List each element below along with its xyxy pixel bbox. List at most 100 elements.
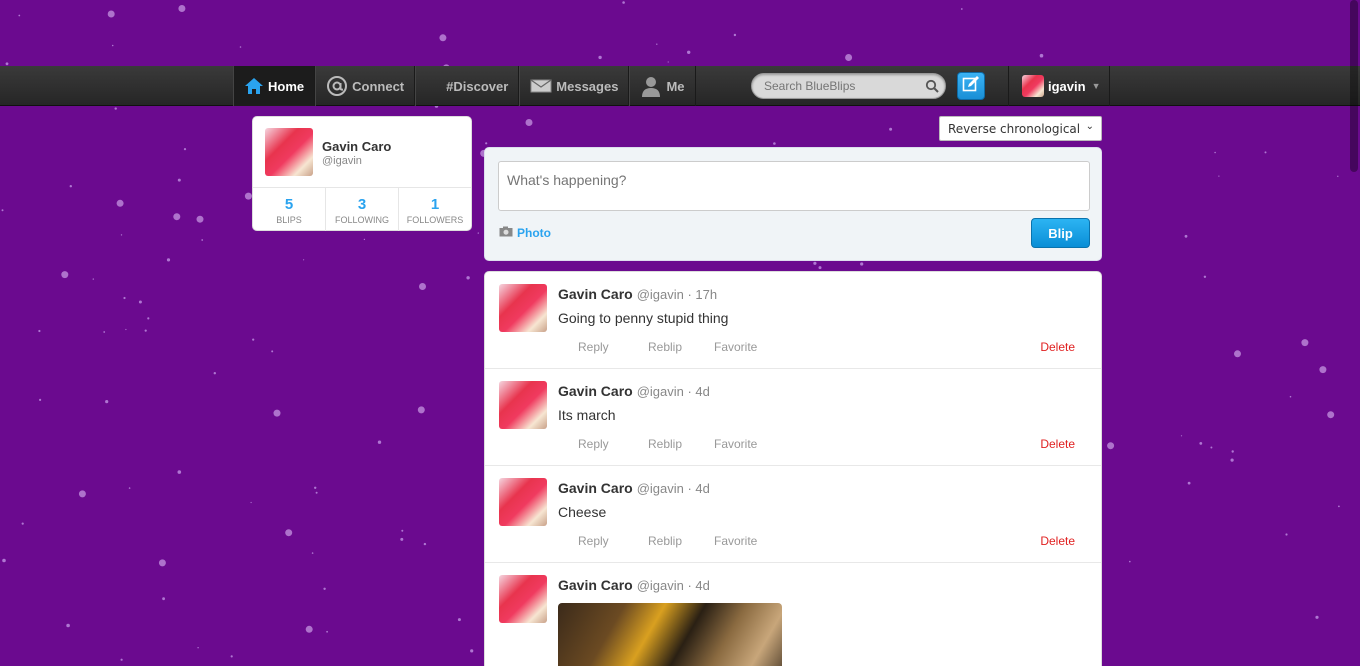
star (1184, 234, 1188, 238)
nav-connect-label: Connect (352, 78, 405, 94)
star (1234, 350, 1241, 358)
profile-stats: 5 BLIPS 3 FOLLOWING 1 FOLLOWERS (253, 187, 471, 231)
stat-blips-value: 5 (284, 196, 294, 213)
star (1315, 615, 1319, 619)
favorite-button[interactable]: Favorite (714, 534, 757, 548)
star (1230, 458, 1234, 462)
star (1301, 339, 1309, 347)
favorite-button[interactable]: Favorite (714, 340, 757, 354)
star (687, 50, 691, 54)
star (1289, 395, 1292, 398)
stat-following[interactable]: 3 FOLLOWING (326, 188, 399, 231)
favorite-button[interactable]: Favorite (714, 437, 757, 451)
person-icon (640, 75, 662, 97)
stat-followers-label: FOLLOWERS (406, 215, 464, 225)
stat-followers[interactable]: 1 FOLLOWERS (399, 188, 471, 231)
timeline: Gavin Caro @igavin · 17h Going to penny s… (484, 271, 1102, 666)
star (123, 296, 126, 300)
star (1319, 366, 1327, 374)
star (21, 522, 24, 525)
star (285, 529, 293, 537)
reblip-button[interactable]: Reblip (648, 437, 714, 451)
avatar[interactable] (499, 284, 547, 332)
star (1218, 175, 1220, 177)
list-item: Gavin Caro @igavin · 4d (485, 563, 1101, 666)
star (598, 55, 602, 60)
star (162, 597, 166, 601)
nav-connect[interactable]: Connect (315, 66, 416, 106)
compose-textarea[interactable] (498, 161, 1090, 211)
reblip-button[interactable]: Reblip (648, 340, 714, 354)
reply-button[interactable]: Reply (578, 437, 646, 451)
blip-header: Gavin Caro @igavin · 4d (558, 577, 710, 593)
blip-meta: @igavin · 4d (636, 481, 710, 496)
camera-icon (499, 226, 513, 240)
search-icon[interactable] (925, 79, 939, 98)
star (818, 266, 822, 270)
star (733, 33, 737, 37)
star (61, 271, 69, 279)
star (311, 552, 314, 554)
star (1129, 560, 1131, 563)
sort-selected-value: Reverse chronological (948, 122, 1081, 136)
compose-button[interactable] (957, 72, 985, 100)
blip-text: Cheese (558, 504, 607, 520)
star (69, 185, 73, 188)
reblip-button[interactable]: Reblip (648, 534, 714, 548)
blip-submit-button[interactable]: Blip (1031, 218, 1090, 248)
nav-discover[interactable]: #Discover (415, 66, 520, 106)
star (178, 5, 186, 12)
nav-messages[interactable]: Messages (519, 66, 630, 106)
top-navigation-bar: Home Connect #Discover Messages Me Searc… (0, 66, 1360, 106)
delete-button[interactable]: Delete (1040, 534, 1075, 548)
blip-meta: @igavin · 4d (636, 384, 710, 399)
blip-header: Gavin Caro @igavin · 17h (558, 286, 717, 302)
user-menu[interactable]: igavin ▼ (1008, 66, 1110, 106)
home-icon (244, 77, 264, 95)
star (252, 338, 255, 341)
nav-me[interactable]: Me (629, 66, 696, 106)
blip-photo[interactable] (558, 603, 782, 666)
star (813, 261, 817, 265)
star (273, 409, 281, 417)
blip-author-name[interactable]: Gavin Caro (558, 383, 633, 399)
star (439, 34, 447, 42)
star (120, 658, 123, 661)
blip-author-name[interactable]: Gavin Caro (558, 577, 633, 593)
search-input[interactable] (752, 74, 912, 98)
delete-button[interactable]: Delete (1040, 340, 1075, 354)
avatar[interactable] (499, 478, 547, 526)
star (363, 238, 366, 241)
stat-blips[interactable]: 5 BLIPS (253, 188, 326, 231)
avatar[interactable] (499, 575, 547, 623)
star (457, 618, 461, 622)
photo-button[interactable]: Photo (499, 226, 551, 240)
delete-button[interactable]: Delete (1040, 437, 1075, 451)
star (177, 178, 181, 182)
page-scrollbar[interactable] (1350, 0, 1358, 172)
reply-button[interactable]: Reply (578, 340, 646, 354)
star (423, 542, 427, 546)
photo-button-label: Photo (517, 226, 551, 240)
sort-select[interactable]: Reverse chronological ⌄ (939, 116, 1102, 141)
star (470, 649, 474, 653)
reply-button[interactable]: Reply (578, 534, 646, 548)
star (1231, 450, 1234, 453)
nav-home[interactable]: Home (233, 66, 316, 106)
star (960, 8, 963, 10)
star (128, 487, 131, 489)
star (5, 62, 9, 66)
avatar[interactable] (499, 381, 547, 429)
star (196, 215, 204, 223)
star (622, 1, 625, 4)
star (377, 440, 382, 444)
star (314, 486, 317, 489)
profile-name[interactable]: Gavin Caro (322, 139, 391, 154)
star (103, 331, 106, 333)
star (1210, 446, 1213, 449)
blip-author-name[interactable]: Gavin Caro (558, 286, 633, 302)
blip-author-name[interactable]: Gavin Caro (558, 480, 633, 496)
profile-avatar[interactable] (265, 128, 313, 176)
blip-header: Gavin Caro @igavin · 4d (558, 383, 710, 399)
profile-card: Gavin Caro @igavin 5 BLIPS 3 FOLLOWING 1… (252, 116, 472, 231)
